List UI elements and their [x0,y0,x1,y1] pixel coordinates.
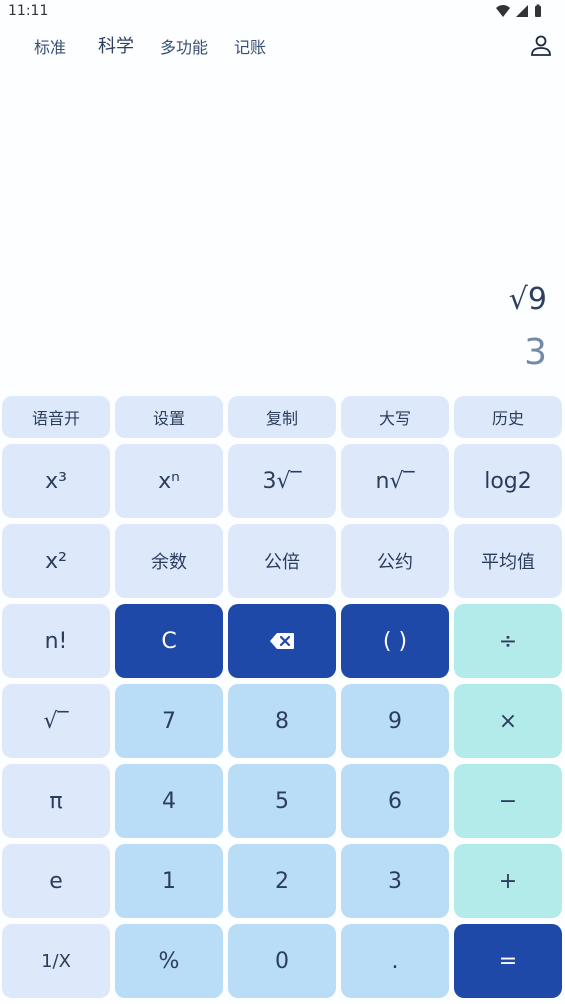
digit-3-button[interactable]: 3 [341,844,449,918]
mode-tabs: 标准 科学 多功能 记账 [0,34,565,60]
backspace-button[interactable] [228,604,336,678]
lcm-button[interactable]: 公倍 [228,524,336,598]
tab-scientific[interactable]: 科学 [98,32,134,58]
voice-toggle-button[interactable]: 语音开 [2,396,110,438]
digit-1-button[interactable]: 1 [115,844,223,918]
cube-button[interactable]: x³ [2,444,110,518]
gcd-button[interactable]: 公约 [341,524,449,598]
status-icons [495,4,543,18]
clear-button[interactable]: C [115,604,223,678]
tab-standard[interactable]: 标准 [34,34,66,58]
result-text: 3 [524,332,547,373]
euler-button[interactable]: e [2,844,110,918]
status-time: 11:11 [8,3,49,19]
user-profile-button[interactable] [529,34,553,58]
signal-icon [516,5,528,17]
tab-bookkeeping[interactable]: 记账 [234,34,266,58]
digit-2-button[interactable]: 2 [228,844,336,918]
settings-button[interactable]: 设置 [115,396,223,438]
multiply-button[interactable]: × [454,684,562,758]
average-button[interactable]: 平均值 [454,524,562,598]
digit-6-button[interactable]: 6 [341,764,449,838]
power-n-button[interactable]: xⁿ [115,444,223,518]
digit-4-button[interactable]: 4 [115,764,223,838]
divide-button[interactable]: ÷ [454,604,562,678]
copy-button[interactable]: 复制 [228,396,336,438]
sqrt-button[interactable]: √‾ [2,684,110,758]
nth-root-button[interactable]: n√‾ [341,444,449,518]
uppercase-button[interactable]: 大写 [341,396,449,438]
expression-text: √9 [508,282,547,317]
percent-button[interactable]: % [115,924,223,998]
calc-display: √9 3 [0,250,565,390]
backspace-icon [270,633,294,649]
reciprocal-button[interactable]: 1/X [2,924,110,998]
tab-multifunction[interactable]: 多功能 [160,34,208,58]
wifi-icon [496,5,510,17]
equals-button[interactable]: = [454,924,562,998]
battery-icon [535,4,541,17]
digit-0-button[interactable]: 0 [228,924,336,998]
remainder-button[interactable]: 余数 [115,524,223,598]
factorial-button[interactable]: n! [2,604,110,678]
digit-7-button[interactable]: 7 [115,684,223,758]
digit-8-button[interactable]: 8 [228,684,336,758]
digit-5-button[interactable]: 5 [228,764,336,838]
decimal-button[interactable]: . [341,924,449,998]
add-button[interactable]: + [454,844,562,918]
status-bar: 11:11 [0,0,565,24]
subtract-button[interactable]: − [454,764,562,838]
user-icon [531,35,551,56]
log2-button[interactable]: log2 [454,444,562,518]
parentheses-button[interactable]: ( ) [341,604,449,678]
digit-9-button[interactable]: 9 [341,684,449,758]
square-button[interactable]: x² [2,524,110,598]
history-button[interactable]: 历史 [454,396,562,438]
pi-button[interactable]: π [2,764,110,838]
cube-root-button[interactable]: 3√‾ [228,444,336,518]
